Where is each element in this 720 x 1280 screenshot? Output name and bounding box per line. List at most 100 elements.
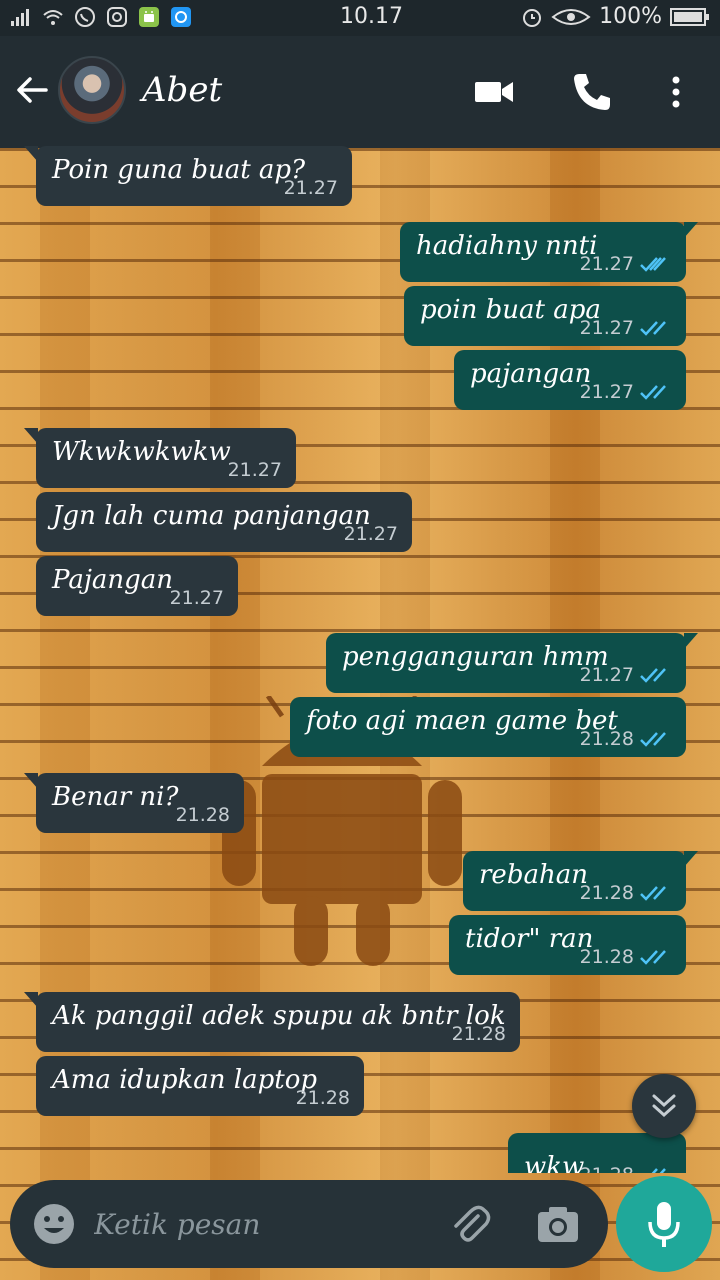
message-outgoing[interactable]: poin buat apa 21.27: [404, 286, 686, 346]
battery-icon: [670, 7, 709, 26]
message-time: 21.27: [343, 523, 398, 545]
message-meta: 21.27: [284, 176, 338, 200]
alarm-icon: [523, 8, 542, 27]
eye-icon: [551, 8, 591, 25]
double-check-icon: [640, 950, 666, 965]
message-meta: 21.28: [580, 881, 672, 905]
message-text: pengganguran hmm: [342, 642, 609, 672]
message-text: pajangan: [470, 359, 592, 389]
message-time: 21.27: [579, 381, 634, 403]
message-outgoing[interactable]: hadiahny nnti 21.27: [400, 222, 698, 282]
message-text: Ak panggil adek spupu ak bntr lok: [52, 1001, 506, 1031]
message-text: Jgn lah cuma panjangan: [52, 501, 371, 531]
battery-percent: 100%: [599, 4, 662, 29]
phone-icon[interactable]: [570, 70, 614, 114]
double-check-icon: [651, 1168, 666, 1173]
message-text: Poin guna buat ap?: [52, 155, 306, 185]
message-incoming[interactable]: Ama idupkan laptop 21.28: [36, 1056, 364, 1116]
message-meta: 21.28: [296, 1086, 350, 1110]
message-time: 21.28: [175, 804, 230, 826]
message-meta: 21.28: [452, 1022, 506, 1046]
bubble-tail: [24, 146, 38, 162]
message-time: 21.27: [283, 177, 338, 199]
signal-icon: [11, 9, 29, 26]
video-call-icon[interactable]: [472, 70, 516, 114]
message-meta: 21.27: [580, 663, 672, 687]
voice-record-button[interactable]: [616, 1176, 712, 1272]
message-time: 21.27: [579, 317, 634, 339]
message-incoming[interactable]: Pajangan 21.27: [36, 556, 238, 616]
message-text: tidor" ran: [465, 924, 594, 954]
back-arrow-icon[interactable]: [14, 72, 50, 108]
contact-name[interactable]: Abet: [142, 70, 222, 110]
message-incoming[interactable]: Jgn lah cuma panjangan 21.27: [36, 492, 412, 552]
double-check-icon: [640, 732, 666, 747]
bubble-tail: [24, 992, 38, 1008]
message-time: 21.28: [580, 1163, 634, 1173]
bubble-tail: [684, 222, 698, 238]
message-composer: [10, 1180, 608, 1268]
message-time: 21.28: [295, 1087, 350, 1109]
message-meta: 21.28: [580, 945, 672, 969]
double-check-icon: [640, 385, 666, 400]
message-outgoing[interactable]: wkw 21.28: [508, 1133, 686, 1173]
message-incoming[interactable]: Benar ni? 21.28: [24, 773, 244, 833]
message-text: foto agi maen game bet: [306, 706, 618, 736]
message-outgoing[interactable]: rebahan 21.28: [463, 851, 698, 911]
message-meta: 21.28: [580, 727, 672, 751]
browser-icon: [171, 7, 191, 27]
mic-icon: [648, 1202, 680, 1247]
message-time: 21.27: [169, 587, 224, 609]
bubble-tail: [24, 773, 38, 789]
message-time: 21.28: [451, 1023, 506, 1045]
message-time: 21.28: [579, 946, 634, 968]
bubble-tail: [684, 851, 698, 867]
status-bar: 10.17 100%: [0, 0, 720, 36]
message-text: rebahan: [479, 860, 588, 890]
more-vert-icon[interactable]: [654, 70, 698, 114]
message-text: wkw: [524, 1152, 585, 1173]
message-meta: 21.27: [170, 586, 224, 610]
message-meta: 21.27: [580, 380, 672, 404]
message-outgoing[interactable]: foto agi maen game bet 21.28: [290, 697, 686, 757]
double-check-icon: [640, 321, 666, 336]
status-time: 10.17: [340, 4, 403, 29]
status-icons-left: [10, 6, 192, 28]
whatsapp-icon: [75, 7, 95, 27]
message-meta: 21.28: [176, 803, 230, 827]
avatar[interactable]: [58, 56, 126, 124]
message-input[interactable]: [94, 1200, 434, 1248]
message-incoming[interactable]: Ak panggil adek spupu ak bntr lok 21.28: [24, 992, 520, 1052]
chat-header: Abet: [0, 36, 720, 148]
message-incoming[interactable]: Wkwkwkwkw 21.27: [24, 428, 296, 488]
message-time: 21.28: [579, 728, 634, 750]
message-text: poin buat apa: [420, 295, 601, 325]
message-text: Wkwkwkwkw: [52, 437, 231, 467]
bubble-tail: [684, 633, 698, 649]
double-check-icon: [640, 668, 666, 683]
message-text: Ama idupkan laptop: [52, 1065, 318, 1095]
instagram-icon: [107, 7, 127, 27]
status-icons-right: 100%: [521, 4, 710, 29]
camera-icon[interactable]: [536, 1202, 580, 1246]
message-time: 21.28: [579, 882, 634, 904]
message-incoming[interactable]: Poin guna buat ap? 21.27: [24, 146, 352, 206]
message-outgoing[interactable]: pengganguran hmm 21.27: [326, 633, 698, 693]
message-text: Pajangan: [52, 565, 174, 595]
message-meta: 21.28: [580, 1163, 672, 1173]
scroll-to-bottom-button[interactable]: [632, 1074, 696, 1138]
emoji-icon[interactable]: [32, 1202, 76, 1246]
message-outgoing[interactable]: pajangan 21.27: [454, 350, 686, 410]
double-check-icon: [640, 257, 666, 272]
message-text: hadiahny nnti: [416, 231, 598, 261]
message-time: 21.27: [227, 459, 282, 481]
message-meta: 21.27: [344, 522, 398, 546]
message-time: 21.27: [579, 253, 634, 275]
message-meta: 21.27: [228, 458, 282, 482]
message-outgoing[interactable]: tidor" ran 21.28: [449, 915, 686, 975]
message-time: 21.27: [579, 664, 634, 686]
android-icon: [139, 7, 159, 27]
double-chevron-down-icon: [652, 1094, 676, 1118]
message-text: Benar ni?: [52, 782, 179, 812]
attach-icon[interactable]: [448, 1202, 492, 1246]
